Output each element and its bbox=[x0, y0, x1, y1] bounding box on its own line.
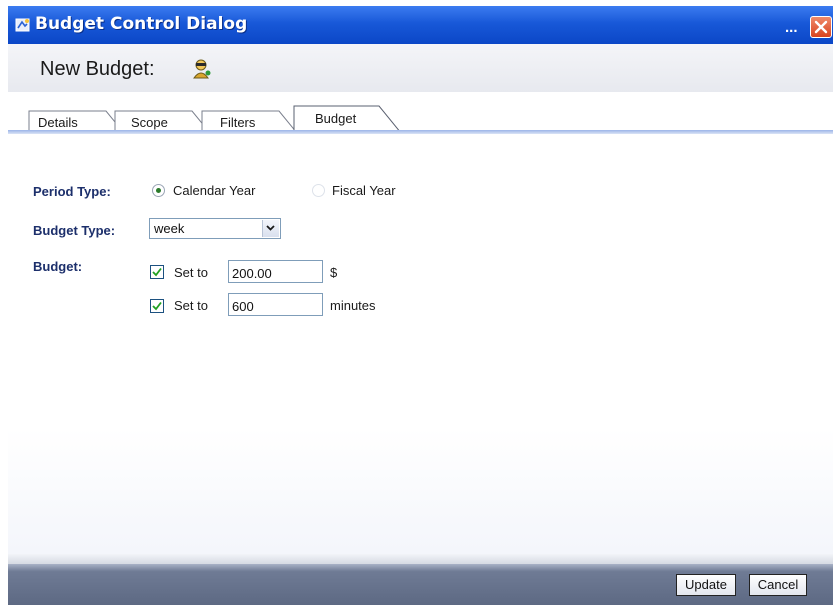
tab-scope[interactable]: Scope bbox=[114, 92, 212, 134]
dialog-header: New Budget: bbox=[8, 44, 833, 93]
window-title: Budget Control Dialog bbox=[35, 14, 248, 34]
tab-scope-label: Scope bbox=[131, 115, 168, 130]
page-title: New Budget: bbox=[40, 58, 155, 80]
budget-amount-set-label: Set to bbox=[174, 265, 208, 280]
budget-amount-unit: $ bbox=[330, 265, 338, 280]
title-bar[interactable]: Budget Control Dialog ... bbox=[8, 6, 833, 44]
budget-type-label: Budget Type: bbox=[33, 223, 116, 238]
budget-type-select[interactable]: week bbox=[149, 218, 281, 239]
period-type-label: Period Type: bbox=[33, 184, 111, 199]
chevron-down-icon[interactable] bbox=[262, 220, 279, 237]
tab-details[interactable]: Details bbox=[28, 92, 126, 134]
budget-amount-checkbox[interactable] bbox=[150, 265, 164, 279]
tab-budget[interactable]: Budget bbox=[293, 92, 403, 134]
footer-divider bbox=[8, 554, 833, 564]
fiscal-year-label: Fiscal Year bbox=[332, 183, 396, 198]
budget-control-dialog: Budget Control Dialog ... New Budget: De… bbox=[8, 6, 833, 605]
budget-minutes-checkbox[interactable] bbox=[150, 299, 164, 313]
more-button[interactable]: ... bbox=[785, 19, 798, 36]
tab-budget-label: Budget bbox=[315, 111, 357, 126]
close-button[interactable] bbox=[810, 16, 832, 38]
app-icon bbox=[15, 18, 30, 32]
fiscal-year-radio[interactable] bbox=[312, 184, 325, 197]
tab-details-label: Details bbox=[38, 115, 78, 130]
budget-minutes-input[interactable] bbox=[228, 293, 323, 316]
tab-filters-label: Filters bbox=[220, 115, 256, 130]
update-button[interactable]: Update bbox=[676, 574, 736, 596]
close-icon bbox=[814, 20, 828, 34]
checkmark-icon bbox=[152, 267, 162, 277]
budget-label: Budget: bbox=[33, 259, 83, 274]
tab-filters[interactable]: Filters bbox=[201, 92, 299, 134]
cancel-button[interactable]: Cancel bbox=[749, 574, 807, 596]
budget-type-value: week bbox=[154, 221, 185, 236]
calendar-year-label: Calendar Year bbox=[173, 183, 256, 198]
tab-strip: Details Scope Filters Budget bbox=[8, 92, 833, 134]
budget-tab-panel: Period Type: Calendar Year Fiscal Year B… bbox=[8, 134, 833, 554]
checkmark-icon bbox=[152, 301, 162, 311]
budget-amount-input[interactable] bbox=[228, 260, 323, 283]
calendar-year-radio[interactable] bbox=[152, 184, 165, 197]
user-icon bbox=[193, 59, 211, 79]
budget-minutes-unit: minutes bbox=[330, 298, 376, 313]
budget-minutes-set-label: Set to bbox=[174, 298, 208, 313]
